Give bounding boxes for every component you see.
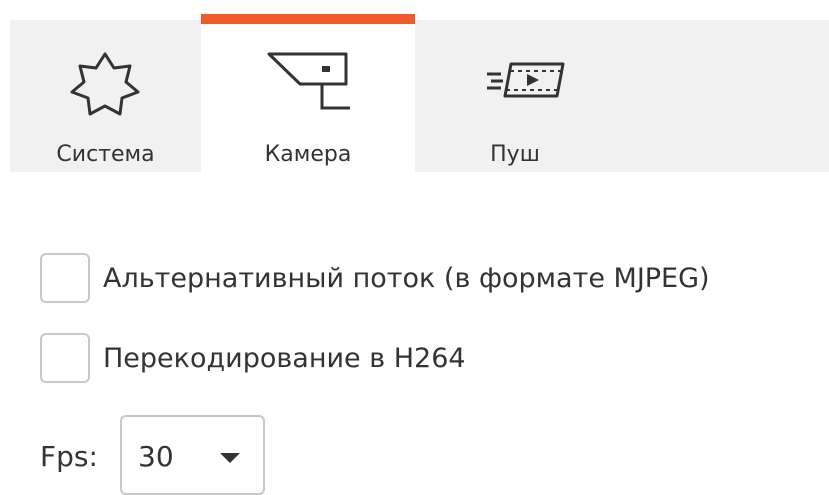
fps-label: Fps: — [40, 440, 98, 473]
tab-sistema[interactable]: Система — [10, 20, 201, 172]
h264-transcoding-checkbox[interactable] — [40, 333, 90, 383]
mjpeg-stream-label: Альтернативный поток (в формате MJPEG) — [103, 263, 710, 294]
gear-icon — [70, 52, 140, 116]
push-video-icon — [487, 62, 565, 98]
fps-select[interactable]: 30 — [120, 415, 265, 495]
camera-icon — [267, 52, 350, 110]
tab-kamera[interactable]: Камера — [201, 14, 415, 172]
tab-label: Камера — [264, 142, 352, 167]
tab-label: Пуш — [490, 142, 540, 167]
tab-push[interactable]: Пуш — [415, 20, 615, 172]
fps-value: 30 — [138, 440, 174, 473]
h264-transcoding-label: Перекодирование в H264 — [103, 343, 466, 374]
chevron-down-icon — [220, 453, 240, 463]
active-tab-indicator — [201, 14, 415, 24]
tab-bar: Система Камера Пуш — [10, 14, 829, 172]
tab-label: Система — [56, 142, 155, 167]
mjpeg-stream-checkbox[interactable] — [40, 253, 90, 303]
